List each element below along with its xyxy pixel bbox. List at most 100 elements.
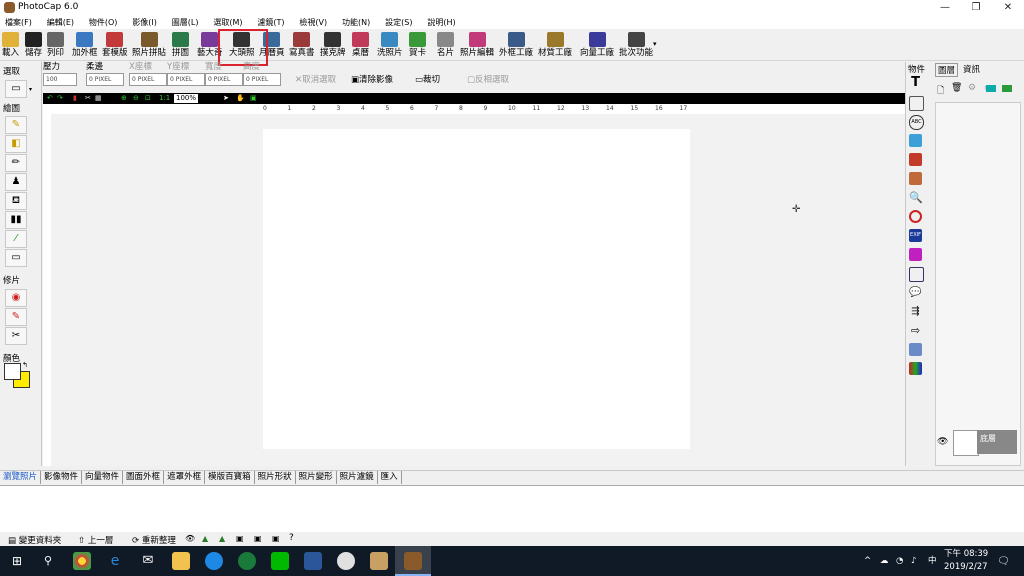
frame-object-icon[interactable] [909,153,922,166]
canvas-paper[interactable] [263,129,690,449]
refresh-button[interactable]: ⟳ 重新整理 [132,534,176,546]
toolbar-button-print-photo[interactable]: 洗照片 [377,31,403,59]
menu-help[interactable]: 說明(H) [427,16,455,29]
toolbar-button-frame-factory[interactable]: 外框工廠 [499,31,533,59]
menu-filter[interactable]: 濾鏡(T) [257,16,284,29]
thumbnail-medium-icon[interactable]: ▣ [254,534,262,543]
view-mode-icon[interactable]: 👁 [185,534,195,543]
tab-mask-frames[interactable]: 遮罩外框 [164,471,206,484]
toolbar-button-vector-factory[interactable]: 向量工廠 [580,31,614,59]
toolbar-button-frame[interactable]: 加外框 [72,31,98,59]
wifi-icon[interactable]: ◔ [896,554,903,569]
toolbar-more-arrow-icon[interactable]: ▾ [653,40,657,48]
ime-indicator[interactable]: 中 [928,554,937,569]
help-button[interactable]: ? [289,533,294,543]
exif-icon[interactable]: EXIF [909,229,922,242]
toolbar-button-puzzle[interactable]: 拼圖 [172,31,189,59]
tab-image-objects[interactable]: 影像物件 [41,471,83,484]
menu-view[interactable]: 檢視(V) [299,16,327,29]
toolbar-button-desk-calendar[interactable]: 桌曆 [352,31,369,59]
maximize-button[interactable]: ❐ [961,0,991,16]
zoom-level[interactable]: 100% [174,94,199,103]
image-object-icon[interactable] [909,96,924,111]
height-input[interactable]: 0 PIXEL [243,73,281,86]
rect-select-tool[interactable]: ▭ [5,80,27,98]
info-tab[interactable]: 資訊 [963,63,980,75]
objects-tab[interactable]: 物件 [908,63,925,75]
windows-start-icon[interactable]: ⊞ [12,554,22,568]
greenshot-icon[interactable] [238,552,256,570]
menu-file[interactable]: 檔案(F) [5,16,32,29]
merge-icon[interactable]: ⚙ [968,83,976,93]
paint-icon[interactable] [337,552,355,570]
tab-templates[interactable]: 模版百寶箱 [205,471,255,484]
layer-row[interactable]: 👁 底層 [937,430,1017,456]
tray-app-icon[interactable]: ☁ [880,554,889,569]
change-folder-button[interactable]: ▤ 變更資料夾 [8,534,61,546]
menu-image[interactable]: 影像(I) [132,16,157,29]
red-eye-tool[interactable]: ◉ [5,289,27,307]
menu-settings[interactable]: 設定(S) [385,16,412,29]
minimize-button[interactable]: — [930,0,960,16]
photo-browser-area[interactable] [0,485,1024,533]
tab-canvas-frames[interactable]: 圖面外框 [123,471,165,484]
menu-edit[interactable]: 編輯(E) [47,16,74,29]
fill-tool[interactable]: ⛾ [5,192,27,210]
line-app-icon[interactable] [271,552,289,570]
tool-dropdown-arrow[interactable]: ▾ [29,86,32,93]
menu-layer[interactable]: 圖層(L) [172,16,199,29]
foreground-color-swatch[interactable] [4,363,21,380]
redo-icon[interactable]: ↷ [57,94,63,103]
toolbar-button-photobook[interactable]: 寫真書 [289,31,315,59]
zoom-in-icon[interactable]: ⊕ [121,94,127,103]
clone-tool[interactable]: ✂ [5,327,27,345]
toolbar-button-business-card[interactable]: 名片 [437,31,454,59]
thunderbird-icon[interactable] [205,552,223,570]
mail-icon[interactable]: ✉ [139,552,157,570]
toolbar-button-collage[interactable]: 照片拼貼 [132,31,166,59]
eraser-tool[interactable]: ◧ [5,135,27,153]
shape-tool[interactable]: ▭ [5,249,27,267]
thumbnail-large-icon[interactable]: ▣ [272,534,280,543]
cancel-select-button[interactable]: ✕取消選取 [295,73,336,85]
mountain-icon[interactable]: ▲ [219,534,225,543]
thumbnail-small-icon[interactable]: ▣ [236,534,244,543]
photo-icon[interactable] [909,134,922,147]
chat-icon[interactable] [909,343,922,356]
toolbar-button-printer[interactable]: 列印 [47,31,64,59]
tab-photo-warp[interactable]: 照片變形 [296,471,337,484]
tab-browse-photos[interactable]: 瀏覽照片 [0,471,42,484]
arrow-shape-icon[interactable]: ⇨ [909,324,922,337]
new-layer-icon[interactable]: 🗋 [937,83,944,99]
speech-bubble-icon[interactable]: 💬 [909,286,922,299]
eye-icon[interactable]: 👁 [937,437,948,447]
retouch-brush-tool[interactable]: ✎ [5,308,27,326]
select-icon[interactable]: ▣ [250,94,257,103]
delete-icon[interactable]: ▮ [73,94,77,103]
paste-icon[interactable]: ▦ [95,94,102,103]
pressure-input[interactable]: 100 [43,73,77,86]
tab-photo-shapes[interactable]: 照片形狀 [255,471,296,484]
pointer-icon[interactable]: ➤ [223,94,229,103]
layers-tab[interactable]: 圖層 [935,63,959,77]
gradient-tool[interactable]: ▮▮ [5,211,27,229]
multi-photo-icon[interactable] [909,172,922,185]
clock-icon[interactable] [909,210,922,223]
tab-vector-objects[interactable]: 向量物件 [82,471,124,484]
feather-input[interactable]: 0 PIXEL [86,73,124,86]
swap-colors-icon[interactable]: ↰ [22,361,28,369]
invert-select-button[interactable]: ▢反相選取 [467,73,509,85]
hand-icon[interactable]: ✋ [236,94,245,103]
x-input[interactable]: 0 PIXEL [129,73,167,86]
fit-icon[interactable]: ⊡ [145,94,151,103]
layer-image-icon[interactable] [1002,85,1012,92]
actual-size-icon[interactable]: 1:1 [159,94,170,103]
brush-tool[interactable]: ✎ [5,116,27,134]
edge-icon[interactable]: e [106,552,124,570]
toolbar-button-save[interactable]: 儲存 [25,31,42,59]
zoom-out-icon[interactable]: ⊖ [133,94,139,103]
cake-icon[interactable] [909,248,922,261]
toolbar-button-photo-edit[interactable]: 照片編輯 [460,31,494,59]
abc-text-icon[interactable]: ABC [909,115,924,130]
magnifier-icon[interactable]: 🔍 [909,191,923,204]
